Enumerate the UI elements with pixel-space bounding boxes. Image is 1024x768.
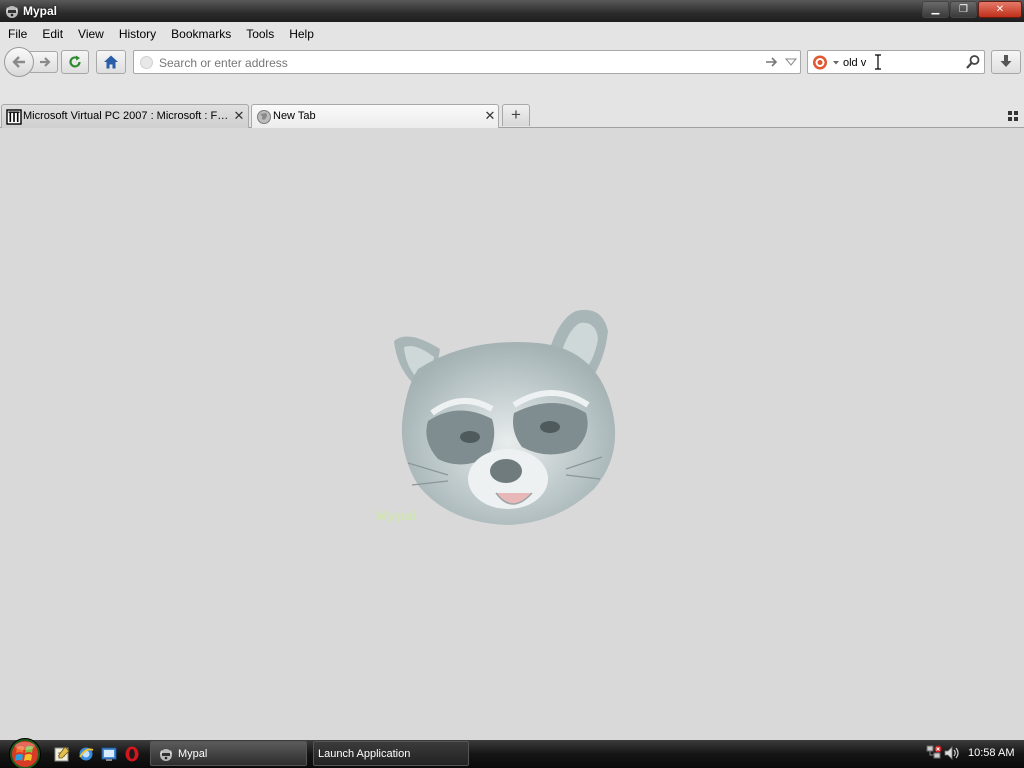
mypal-app-icon <box>160 749 172 761</box>
window-controls: ▁ ❐ ✕ <box>922 1 1022 19</box>
brand-text: Mypal <box>376 508 418 523</box>
task-label: Mypal <box>178 748 208 760</box>
dropmarker-icon[interactable] <box>784 54 798 70</box>
tab-list-icon[interactable] <box>1008 111 1018 121</box>
menu-edit[interactable]: Edit <box>38 27 67 41</box>
go-arrow-icon[interactable] <box>764 54 780 70</box>
reload-button[interactable] <box>61 50 89 74</box>
back-icon <box>12 56 25 68</box>
speaker-tray-icon[interactable] <box>943 744 961 762</box>
window-title: Mypal <box>23 4 58 18</box>
network-tray-icon[interactable] <box>925 744 943 762</box>
minimize-button[interactable]: ▁ <box>922 1 949 18</box>
menu-bookmarks[interactable]: Bookmarks <box>167 27 235 41</box>
mypal-app-icon <box>6 6 18 18</box>
raccoon-logo-image <box>394 309 616 525</box>
tab-label: Microsoft Virtual PC 2007 : Microsoft : … <box>23 110 229 122</box>
taskbar: Mypal Launch Application 10:58 AM <box>0 737 1024 768</box>
download-icon <box>1000 55 1012 67</box>
menu-help[interactable]: Help <box>285 27 318 41</box>
menu-tools[interactable]: Tools <box>242 27 278 41</box>
menu-view[interactable]: View <box>74 27 108 41</box>
task-label: Launch Application <box>318 748 411 760</box>
site-identity-icon[interactable] <box>140 56 153 69</box>
taskbar-task-mypal[interactable]: Mypal <box>150 741 307 766</box>
page-content: Mypal <box>0 128 1024 740</box>
url-input[interactable] <box>159 54 749 71</box>
menu-history[interactable]: History <box>115 27 160 41</box>
title-bar: Mypal ▁ ❐ ✕ <box>0 0 1024 22</box>
close-window-button[interactable]: ✕ <box>978 1 1022 18</box>
opera-icon[interactable] <box>123 745 141 763</box>
search-input[interactable] <box>843 54 963 71</box>
menu-bar: File Edit View History Bookmarks Tools H… <box>0 22 1024 46</box>
taskbar-task-launch-application[interactable]: Launch Application <box>313 741 469 766</box>
globe-icon <box>257 110 271 124</box>
start-button-icon[interactable] <box>4 737 44 768</box>
notepad-quick-launch-icon[interactable] <box>53 745 71 763</box>
downloads-button[interactable] <box>991 50 1021 74</box>
text-cursor-icon <box>875 54 881 70</box>
show-desktop-icon[interactable] <box>100 745 118 763</box>
back-button[interactable] <box>4 47 34 77</box>
taskbar-clock: 10:58 AM <box>968 747 1015 759</box>
search-engine-icon[interactable] <box>812 54 842 71</box>
tab-new-tab[interactable]: New Tab ✕ <box>251 104 499 128</box>
search-bar <box>807 50 985 74</box>
home-button[interactable] <box>96 50 126 74</box>
back-forward-group <box>4 47 58 77</box>
reload-icon <box>69 55 81 68</box>
menu-file[interactable]: File <box>4 27 31 41</box>
archive-icon <box>6 109 22 125</box>
home-icon <box>104 55 118 69</box>
internet-explorer-icon[interactable] <box>77 745 95 763</box>
tab-microsoft-virtual-pc[interactable]: Microsoft Virtual PC 2007 : Microsoft : … <box>1 104 249 128</box>
address-bar <box>133 50 801 74</box>
magnifier-icon[interactable] <box>965 54 981 70</box>
close-tab-button[interactable]: ✕ <box>483 109 497 123</box>
new-tab-button[interactable]: + <box>502 104 530 126</box>
forward-icon <box>40 57 51 67</box>
close-tab-button[interactable]: ✕ <box>232 109 246 123</box>
restore-button[interactable]: ❐ <box>950 1 977 18</box>
tab-label: New Tab <box>273 110 316 122</box>
forward-button[interactable] <box>30 51 58 73</box>
